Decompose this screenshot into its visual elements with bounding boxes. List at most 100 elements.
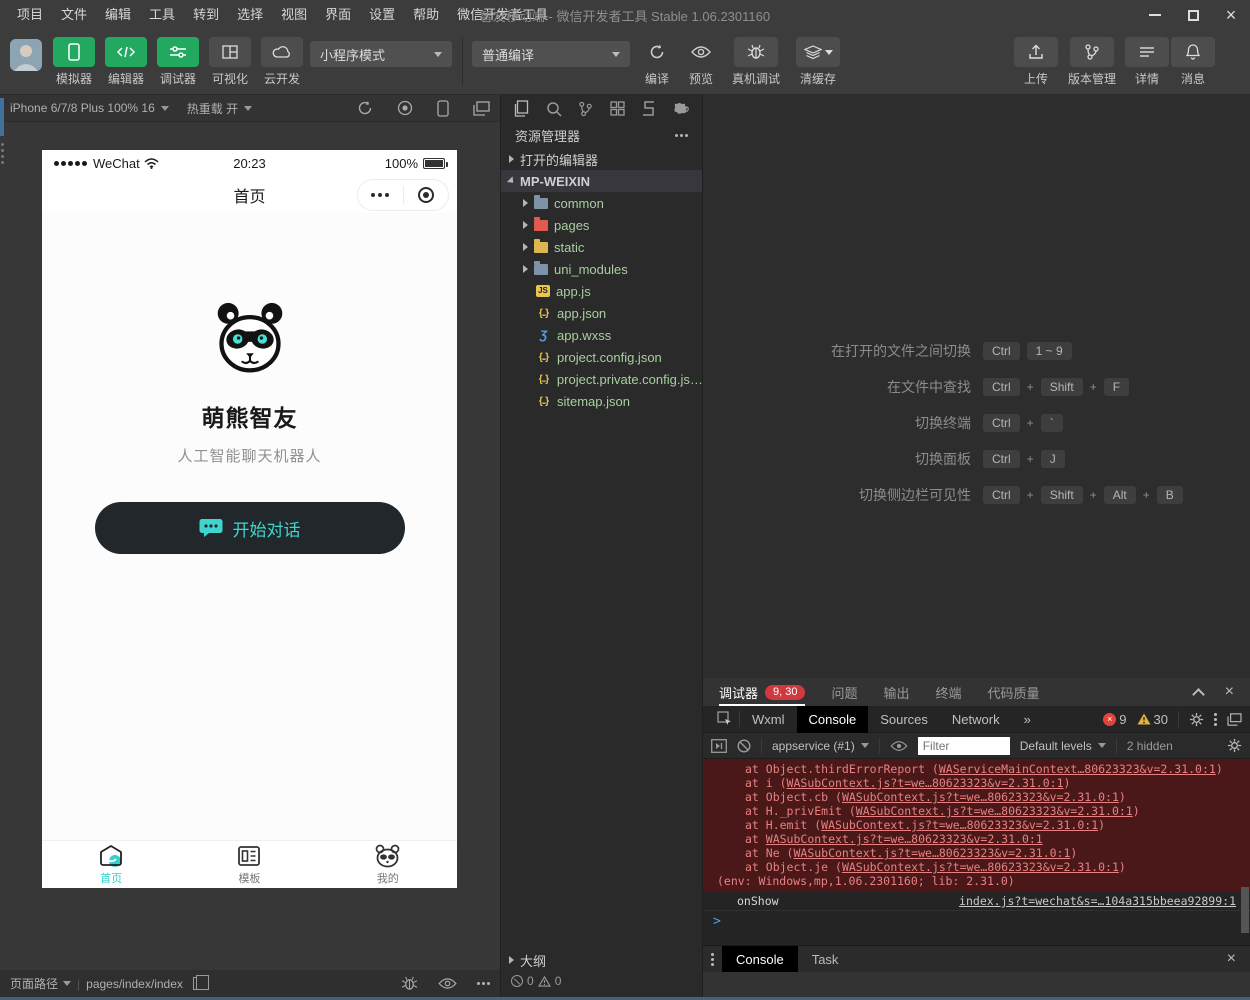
hot-reload-select[interactable]: 热重载 开	[187, 100, 252, 117]
start-chat-button[interactable]: 开始对话	[95, 502, 405, 554]
log-levels-select[interactable]: Default levels	[1020, 739, 1106, 753]
problems-status[interactable]: 0 0	[501, 971, 702, 991]
visualize-toggle-button[interactable]: 可视化	[208, 37, 252, 87]
messages-button[interactable]: 消息	[1172, 37, 1214, 87]
device-frame-icon[interactable]	[437, 100, 449, 117]
rotate-icon[interactable]	[357, 100, 373, 116]
clear-console-icon[interactable]	[737, 739, 751, 753]
console-scrollbar[interactable]	[1241, 887, 1249, 933]
device-select[interactable]: iPhone 6/7/8 Plus 100% 16	[10, 101, 169, 115]
details-button[interactable]: 详情	[1126, 37, 1168, 87]
avatar[interactable]	[10, 39, 42, 71]
cloud-dev-button[interactable]: 云开发	[260, 37, 304, 87]
tree-item-project-config[interactable]: {..} project.config.json	[501, 346, 702, 368]
tree-item-common[interactable]: common	[501, 192, 702, 214]
tree-item-app-wxss[interactable]: Ʒ app.wxss	[501, 324, 702, 346]
project-root-section[interactable]: MP-WEIXIN	[501, 170, 702, 192]
console-settings-icon[interactable]	[1227, 738, 1242, 753]
tree-item-uni-modules[interactable]: uni_modules	[501, 258, 702, 280]
close-button[interactable]: ×	[1212, 0, 1250, 30]
menu-edit[interactable]: 编辑	[96, 0, 140, 30]
drawer-tab-console[interactable]: Console	[722, 946, 798, 973]
tab-network[interactable]: Network	[940, 706, 1012, 733]
compile-button[interactable]: 编译	[636, 37, 678, 87]
menu-tools[interactable]: 工具	[140, 0, 184, 30]
extensions-icon[interactable]	[602, 97, 632, 121]
menu-help[interactable]: 帮助	[404, 0, 448, 30]
mode-select[interactable]: 小程序模式	[310, 41, 452, 67]
minimize-button[interactable]	[1136, 0, 1174, 30]
preview-button[interactable]: 预览	[680, 37, 722, 87]
outline-section[interactable]: 大纲	[501, 949, 702, 971]
maximize-button[interactable]	[1174, 0, 1212, 30]
source-link[interactable]: WASubContext.js?t=we…80623323&v=2.31.0:1	[766, 832, 1043, 846]
tab-code-quality[interactable]: 代码质量	[988, 683, 1040, 702]
source-link[interactable]: WASubContext.js?t=we…80623323&v=2.31.0:1	[787, 776, 1064, 790]
collapse-panel-icon[interactable]	[1192, 688, 1205, 701]
tab-terminal[interactable]: 终端	[936, 683, 962, 702]
more-icon[interactable]	[477, 982, 490, 985]
tab-problems[interactable]: 问题	[831, 683, 857, 702]
debugger-toggle-button[interactable]: 调试器	[156, 37, 200, 87]
device-debug-button[interactable]: 真机调试	[724, 37, 788, 87]
source-link[interactable]: WAServiceMainContext…80623323&v=2.31.0:1	[939, 762, 1216, 776]
popout-icon[interactable]	[1227, 713, 1242, 726]
tab-wxml[interactable]: Wxml	[740, 706, 797, 733]
open-editors-section[interactable]: 打开的编辑器	[501, 148, 702, 170]
tree-item-static[interactable]: static	[501, 236, 702, 258]
menu-goto[interactable]: 转到	[184, 0, 228, 30]
page-path-select[interactable]: 页面路径	[10, 975, 71, 992]
gear-icon[interactable]	[1189, 712, 1204, 727]
log-source-link[interactable]: index.js?t=wechat&s=…104a315bbeea92899:1	[959, 894, 1236, 908]
tab-console[interactable]: Console	[797, 706, 869, 733]
copy-icon[interactable]	[193, 977, 204, 990]
menu-select[interactable]: 选择	[228, 0, 272, 30]
editor-toggle-button[interactable]: 编辑器	[104, 37, 148, 87]
tea-icon[interactable]	[666, 97, 696, 121]
tab-template[interactable]: 模板	[180, 841, 318, 888]
menu-view[interactable]: 视图	[272, 0, 316, 30]
files-icon[interactable]	[507, 97, 537, 121]
close-drawer-icon[interactable]: ×	[1227, 951, 1236, 967]
tab-output[interactable]: 输出	[884, 683, 910, 702]
panel-drag-accent[interactable]	[0, 98, 4, 136]
console-warning-count[interactable]: 30	[1137, 712, 1168, 727]
hidden-messages-label[interactable]: 2 hidden	[1127, 739, 1173, 753]
play-next-icon[interactable]	[711, 739, 727, 753]
source-link[interactable]: WASubContext.js?t=we…80623323&v=2.31.0:1	[842, 790, 1119, 804]
context-select[interactable]: appservice (#1)	[772, 739, 869, 753]
source-control-icon[interactable]	[571, 97, 601, 121]
close-panel-icon[interactable]: ×	[1225, 684, 1234, 700]
source-link[interactable]: WASubContext.js?t=we…80623323&v=2.31.0:1	[793, 846, 1070, 860]
clear-cache-button[interactable]: 清缓存	[790, 37, 846, 87]
tree-item-project-private-config[interactable]: {..} project.private.config.js…	[501, 368, 702, 390]
drawer-handle-icon[interactable]	[711, 953, 714, 966]
search-icon[interactable]	[539, 97, 569, 121]
tab-home[interactable]: 首页	[42, 841, 180, 888]
filter-input[interactable]	[918, 737, 1010, 755]
tree-item-app-json[interactable]: {..} app.json	[501, 302, 702, 324]
source-link[interactable]: WASubContext.js?t=we…80623323&v=2.31.0:1	[856, 804, 1133, 818]
simulator-toggle-button[interactable]: 模拟器	[52, 37, 96, 87]
menu-interface[interactable]: 界面	[316, 0, 360, 30]
tree-item-sitemap[interactable]: {..} sitemap.json	[501, 390, 702, 412]
tab-sources[interactable]: Sources	[868, 706, 940, 733]
tab-overflow[interactable]: »	[1012, 706, 1043, 733]
more-actions-icon[interactable]	[675, 134, 688, 137]
panel-drag-handle[interactable]	[1, 143, 4, 164]
more-menu-button[interactable]	[358, 193, 403, 197]
menu-file[interactable]: 文件	[52, 0, 96, 30]
live-expression-eye-icon[interactable]	[890, 740, 908, 752]
tab-mine[interactable]: 我的	[319, 841, 457, 888]
menu-project[interactable]: 项目	[8, 0, 52, 30]
tree-item-pages[interactable]: pages	[501, 214, 702, 236]
mock-icon[interactable]	[634, 97, 664, 121]
console-prompt[interactable]: >	[703, 911, 1250, 931]
menu-devtools[interactable]: 微信开发者工具	[448, 0, 557, 30]
tree-item-app-js[interactable]: JS app.js	[501, 280, 702, 302]
menu-settings[interactable]: 设置	[360, 0, 404, 30]
console-error-count[interactable]: × 9	[1103, 712, 1126, 727]
drawer-tab-task[interactable]: Task	[798, 946, 853, 973]
multi-window-icon[interactable]	[473, 101, 490, 116]
more-options-icon[interactable]	[1214, 713, 1217, 726]
